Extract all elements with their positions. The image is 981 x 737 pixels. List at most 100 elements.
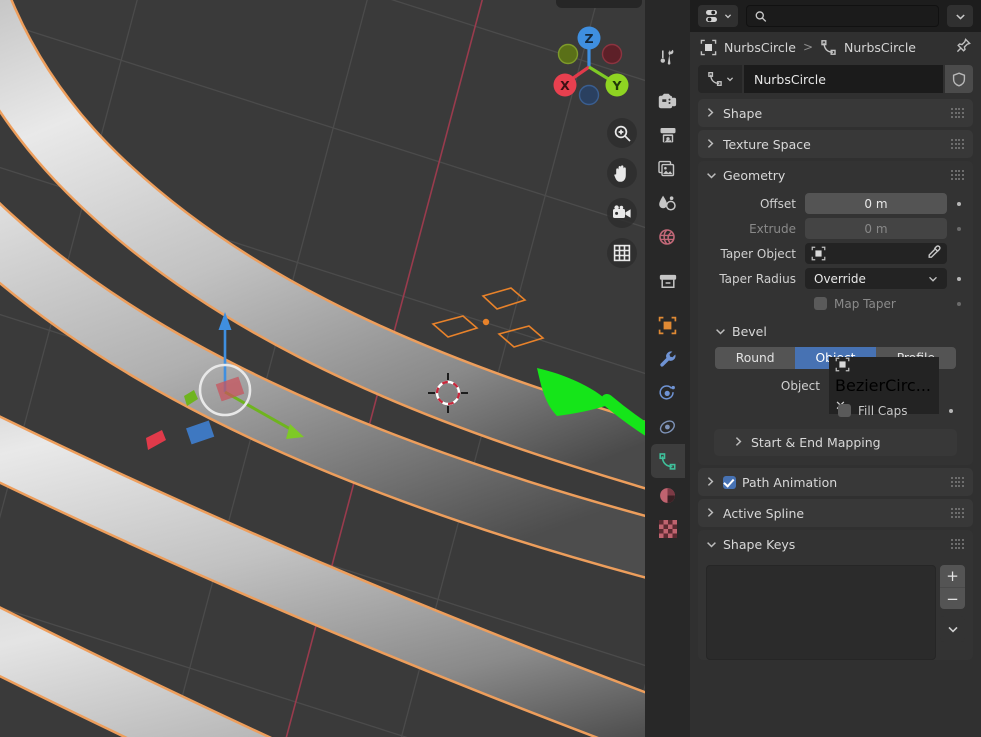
viewport-header-floating	[556, 0, 642, 8]
chevron-down-icon	[706, 168, 717, 183]
3d-viewport[interactable]: Z X Y	[0, 0, 645, 737]
map-taper-animate-dot[interactable]	[951, 301, 967, 306]
search-icon	[755, 10, 767, 22]
panel-active-spline-label: Active Spline	[723, 505, 805, 521]
tab-output[interactable]	[651, 118, 685, 152]
panel-geometry-label: Geometry	[723, 167, 786, 183]
tab-object-data[interactable]	[650, 444, 685, 478]
object-data-icon	[811, 246, 826, 261]
panel-geometry[interactable]: Geometry Offset 0 m Extrude 0 m Taper Ob…	[698, 161, 973, 465]
bevel-tab-round[interactable]: Round	[715, 347, 796, 369]
path-animation-checkbox[interactable]	[723, 475, 736, 489]
extrude-animate-dot[interactable]	[951, 226, 967, 231]
panel-shape[interactable]: Shape	[698, 99, 973, 127]
tab-collection[interactable]	[651, 264, 685, 298]
taper-radius-animate-dot[interactable]	[951, 276, 967, 281]
fill-caps-animate-dot[interactable]	[943, 408, 959, 413]
remove-shape-key-button[interactable]: −	[940, 587, 965, 609]
tab-physics[interactable]	[651, 376, 685, 410]
offset-animate-dot[interactable]	[951, 201, 967, 206]
breadcrumb-data-name[interactable]: NurbsCircle	[844, 40, 916, 55]
object-data-icon[interactable]	[700, 39, 717, 56]
grid-toggle-icon[interactable]	[607, 238, 637, 268]
fill-caps-label: Fill Caps	[858, 403, 908, 418]
shape-key-specials-button[interactable]	[940, 616, 965, 642]
tab-render[interactable]	[651, 84, 685, 118]
chevron-down-icon	[715, 324, 726, 339]
tab-material[interactable]	[651, 478, 685, 512]
panel-shape-keys-label: Shape Keys	[723, 536, 796, 552]
tab-view-layer[interactable]	[651, 152, 685, 186]
map-taper-label: Map Taper	[834, 296, 896, 311]
row-offset: Offset 0 m	[698, 193, 973, 214]
properties-scroll-body[interactable]: Shape Texture Space Geometry Offset 0 m …	[690, 99, 981, 737]
panel-texture-space[interactable]: Texture Space	[698, 130, 973, 158]
properties-editor: NurbsCircle > NurbsCircle NurbsCircle Sh…	[645, 0, 981, 737]
panel-grip[interactable]	[951, 477, 964, 487]
row-map-taper: Map Taper	[698, 293, 973, 314]
editor-type-selector[interactable]	[698, 5, 738, 27]
object-data-icon	[835, 357, 850, 372]
datablock-type-button[interactable]	[698, 65, 742, 93]
add-shape-key-button[interactable]: +	[940, 565, 965, 587]
search-input[interactable]	[772, 9, 930, 23]
panel-grip[interactable]	[951, 139, 964, 149]
extrude-value-field[interactable]: 0 m	[805, 218, 947, 239]
subpanel-bevel-header[interactable]: Bevel	[706, 320, 965, 342]
tab-modifiers[interactable]	[651, 342, 685, 376]
properties-main-column: NurbsCircle > NurbsCircle NurbsCircle Sh…	[690, 0, 981, 737]
row-bevel-object: Object BezierCirc... ✕	[706, 357, 965, 414]
tab-object[interactable]	[651, 308, 685, 342]
bevel-object-value: BezierCirc...	[835, 376, 931, 395]
curve-data-icon[interactable]	[820, 39, 837, 56]
map-taper-checkbox[interactable]	[814, 297, 827, 310]
taper-radius-dropdown[interactable]: Override	[805, 268, 947, 289]
offset-label: Offset	[759, 196, 796, 211]
panel-grip[interactable]	[951, 508, 964, 518]
chevron-down-icon	[947, 626, 958, 633]
properties-tab-strip	[645, 0, 690, 737]
fake-user-shield-icon[interactable]	[945, 65, 973, 93]
viewport-tool-buttons	[607, 118, 637, 268]
offset-value-field[interactable]: 0 m	[805, 193, 947, 214]
camera-icon[interactable]	[607, 198, 637, 228]
datablock-name-field[interactable]: NurbsCircle	[744, 65, 943, 93]
panel-grip[interactable]	[951, 539, 964, 549]
taper-object-field[interactable]	[805, 243, 947, 264]
svg-text:Z: Z	[584, 31, 593, 46]
navigation-gizmo[interactable]: Z X Y	[534, 12, 644, 122]
pan-hand-icon[interactable]	[607, 158, 637, 188]
panel-path-animation-label: Path Animation	[742, 474, 838, 490]
chevron-down-icon	[955, 13, 965, 20]
chevron-right-icon	[706, 475, 717, 490]
tab-world[interactable]	[651, 220, 685, 254]
panel-grip[interactable]	[951, 108, 964, 118]
tab-tool[interactable]	[651, 40, 685, 74]
pin-icon[interactable]	[956, 37, 971, 57]
breadcrumb-object-name[interactable]: NurbsCircle	[724, 40, 796, 55]
fill-caps-checkbox[interactable]	[838, 404, 851, 417]
tab-constraints[interactable]	[651, 410, 685, 444]
eyedropper-icon[interactable]	[927, 245, 941, 262]
shape-keys-list[interactable]	[706, 565, 936, 660]
3d-cursor	[426, 371, 470, 415]
panel-shape-keys[interactable]: Shape Keys + −	[698, 530, 973, 660]
row-taper-radius: Taper Radius Override	[698, 268, 973, 289]
chevron-right-icon	[706, 137, 717, 152]
tab-texture[interactable]	[651, 512, 685, 546]
panel-active-spline[interactable]: Active Spline	[698, 499, 973, 527]
breadcrumb: NurbsCircle > NurbsCircle	[690, 32, 981, 62]
subpanel-bevel: Bevel Round Object Profile Object	[706, 320, 965, 456]
tab-scene[interactable]	[651, 186, 685, 220]
properties-options-button[interactable]	[947, 5, 973, 27]
panel-texture-space-label: Texture Space	[723, 136, 811, 152]
panel-grip[interactable]	[951, 170, 964, 180]
subpanel-start-end-mapping[interactable]: Start & End Mapping	[714, 429, 957, 456]
search-field[interactable]	[746, 5, 939, 27]
move-gizmo[interactable]	[140, 300, 330, 460]
svg-text:Y: Y	[611, 78, 622, 93]
svg-text:X: X	[560, 78, 570, 93]
panel-path-animation[interactable]: Path Animation	[698, 468, 973, 496]
zoom-icon[interactable]	[607, 118, 637, 148]
bevel-label: Bevel	[732, 323, 767, 339]
